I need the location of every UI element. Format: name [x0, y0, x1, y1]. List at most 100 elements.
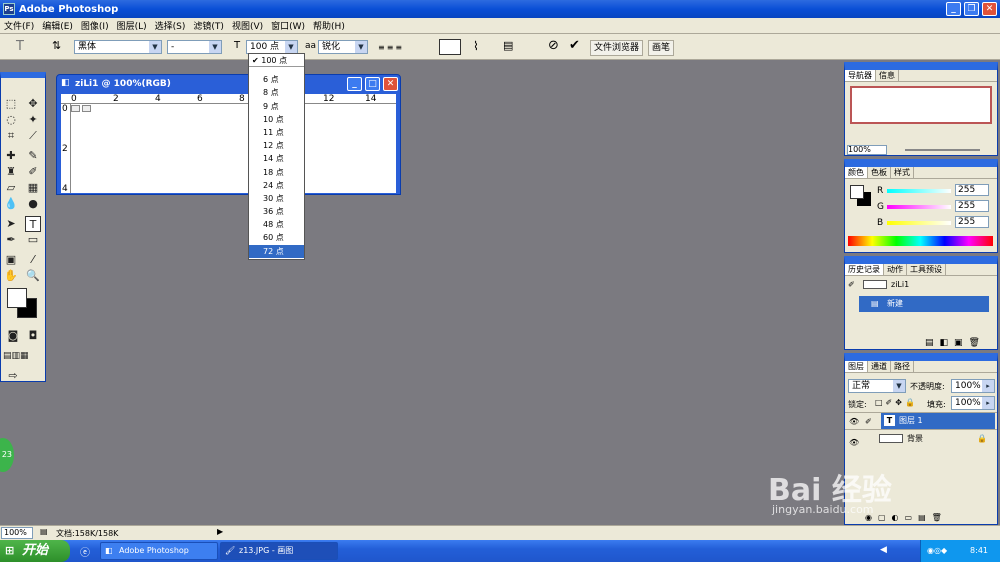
tray-icons[interactable]: ◉◎◆	[927, 540, 947, 562]
standard-mode-icon[interactable]: ◙	[5, 328, 21, 344]
start-button[interactable]: ⊞ 开始	[0, 540, 70, 562]
font-size-select[interactable]: 100 点 ▼	[246, 40, 298, 54]
font-style-select[interactable]: - ▼	[167, 40, 222, 54]
tab-navigator[interactable]: 导航器	[845, 70, 876, 81]
dropdown-item[interactable]: 9 点	[249, 100, 304, 113]
font-family-select[interactable]: 黑体 ▼	[74, 40, 162, 54]
doc-close-button[interactable]: ✕	[383, 77, 398, 91]
taskbar-item-paint[interactable]: 🖌 z13.JPG - 画图	[220, 542, 338, 560]
dropdown-item-highlighted[interactable]: 72 点	[249, 244, 304, 258]
dropdown-current-item[interactable]: ✔ 100 点	[249, 54, 304, 68]
brush-tool-icon[interactable]: ✎	[25, 148, 41, 164]
lock-options-icons[interactable]: □✐✥🔒	[875, 398, 918, 407]
magic-wand-tool-icon[interactable]: ✦	[25, 112, 41, 128]
r-slider[interactable]	[887, 189, 951, 193]
menu-image[interactable]: 图像(I)	[77, 19, 113, 32]
orientation-toggle-icon[interactable]: ⇅	[52, 39, 61, 52]
floating-badge[interactable]: 23	[0, 438, 14, 472]
quicklaunch-ie-icon[interactable]: ⓔ	[80, 544, 90, 559]
type-tool-icon[interactable]: T	[16, 39, 24, 54]
palettes-toggle-icon[interactable]: ▤	[503, 39, 513, 52]
color-spectrum-ramp[interactable]	[848, 236, 993, 246]
notes-tool-icon[interactable]: ▣	[3, 252, 19, 268]
dropdown-item[interactable]: 24 点	[249, 179, 304, 192]
menu-select[interactable]: 选择(S)	[151, 19, 190, 32]
tab-history[interactable]: 历史记录	[845, 264, 884, 275]
text-color-swatch[interactable]	[439, 39, 461, 55]
tab-info[interactable]: 信息	[876, 70, 899, 81]
history-brush-tool-icon[interactable]: ✐	[25, 164, 41, 180]
marquee-tool-icon[interactable]: ⬚	[3, 96, 19, 112]
g-slider[interactable]	[887, 205, 951, 209]
hand-tool-icon[interactable]: ✋	[3, 268, 19, 284]
dropdown-item[interactable]: 10 点	[249, 113, 304, 126]
jump-to-imageready-icon[interactable]: ⇨	[5, 368, 21, 384]
layer-row-text[interactable]: 👁 ✐ T 图层 1	[845, 412, 997, 429]
dropdown-item[interactable]: 48 点	[249, 218, 304, 231]
menu-window[interactable]: 窗口(W)	[267, 19, 309, 32]
lasso-tool-icon[interactable]: ◌	[3, 112, 19, 128]
menu-filter[interactable]: 滤镜(T)	[189, 19, 228, 32]
b-slider[interactable]	[887, 221, 951, 225]
dropdown-item[interactable]: 11 点	[249, 126, 304, 139]
menu-help[interactable]: 帮助(H)	[309, 19, 349, 32]
file-browser-tab[interactable]: 文件浏览器	[590, 40, 644, 56]
gradient-tool-icon[interactable]: ▦	[25, 180, 41, 196]
path-selection-tool-icon[interactable]: ➤	[3, 216, 19, 232]
opacity-field[interactable]: 100% ▸	[951, 379, 995, 393]
layer-selected[interactable]: T 图层 1	[881, 413, 995, 429]
menu-layer[interactable]: 图层(L)	[113, 19, 151, 32]
close-button[interactable]: ✕	[982, 2, 997, 16]
cancel-icon[interactable]: ⊘	[548, 38, 559, 53]
blend-mode-select[interactable]: 正常 ▼	[848, 379, 906, 393]
antialias-select[interactable]: 锐化 ▼	[318, 40, 368, 54]
dropdown-item[interactable]: 60 点	[249, 231, 304, 244]
tab-actions[interactable]: 动作	[884, 264, 907, 275]
dropdown-item[interactable]: 12 点	[249, 139, 304, 152]
type-tool-active-icon[interactable]: T	[25, 216, 41, 232]
tray-arrow-icon[interactable]: ◀	[880, 545, 887, 555]
doc-maximize-button[interactable]: □	[365, 77, 380, 91]
move-tool-icon[interactable]: ✥	[25, 96, 41, 112]
document-canvas[interactable]	[71, 104, 396, 193]
r-value-field[interactable]: 255	[955, 184, 989, 196]
shape-tool-icon[interactable]: ▭	[25, 232, 41, 248]
slice-tool-icon[interactable]: ⟋	[25, 128, 41, 144]
menu-file[interactable]: 文件(F)	[0, 19, 38, 32]
tab-color[interactable]: 颜色	[845, 167, 868, 178]
status-zoom-field[interactable]: 100%	[1, 527, 33, 539]
pen-tool-icon[interactable]: ✒	[3, 232, 19, 248]
healing-brush-tool-icon[interactable]: ✚	[3, 148, 19, 164]
dropdown-item[interactable]: 30 点	[249, 192, 304, 205]
dropdown-item[interactable]: 14 点	[249, 152, 304, 165]
quick-mask-icon[interactable]: ◘	[25, 328, 41, 344]
b-value-field[interactable]: 255	[955, 216, 989, 228]
dropdown-item[interactable]: 18 点	[249, 166, 304, 179]
eye-icon[interactable]: 👁	[849, 434, 859, 451]
commit-check-icon[interactable]: ✔	[569, 38, 580, 53]
layer-row-background[interactable]: 👁 背景 🔒	[845, 429, 997, 447]
navigator-zoom-field[interactable]: 100%	[847, 145, 887, 155]
minimize-button[interactable]: _	[946, 2, 961, 16]
tab-channels[interactable]: 通道	[868, 361, 891, 372]
clone-stamp-tool-icon[interactable]: ♜	[3, 164, 19, 180]
dropdown-item[interactable]: 6 点	[249, 73, 304, 86]
menu-view[interactable]: 视图(V)	[228, 19, 267, 32]
doc-minimize-button[interactable]: _	[347, 77, 362, 91]
navigator-zoom-slider[interactable]	[905, 149, 980, 151]
restore-button[interactable]: ❐	[964, 2, 979, 16]
zoom-tool-icon[interactable]: 🔍	[25, 268, 41, 284]
dropdown-item[interactable]: 8 点	[249, 86, 304, 99]
tab-layers[interactable]: 图层	[845, 361, 868, 372]
crop-tool-icon[interactable]: ⌗	[3, 128, 19, 144]
history-footer-buttons[interactable]: ▤◧▣🗑	[925, 338, 986, 348]
tab-swatches[interactable]: 色板	[868, 167, 891, 178]
tab-paths[interactable]: 路径	[891, 361, 914, 372]
brushes-tab[interactable]: 画笔	[648, 40, 675, 56]
warp-text-icon[interactable]: ⌇	[473, 39, 479, 53]
foreground-color-swatch[interactable]	[7, 288, 27, 308]
navigator-thumbnail[interactable]	[850, 86, 992, 124]
taskbar-item-photoshop[interactable]: ◧ Adobe Photoshop	[100, 542, 218, 560]
status-arrow-icon[interactable]: ▶	[217, 527, 223, 536]
blur-tool-icon[interactable]: 💧	[3, 196, 19, 212]
